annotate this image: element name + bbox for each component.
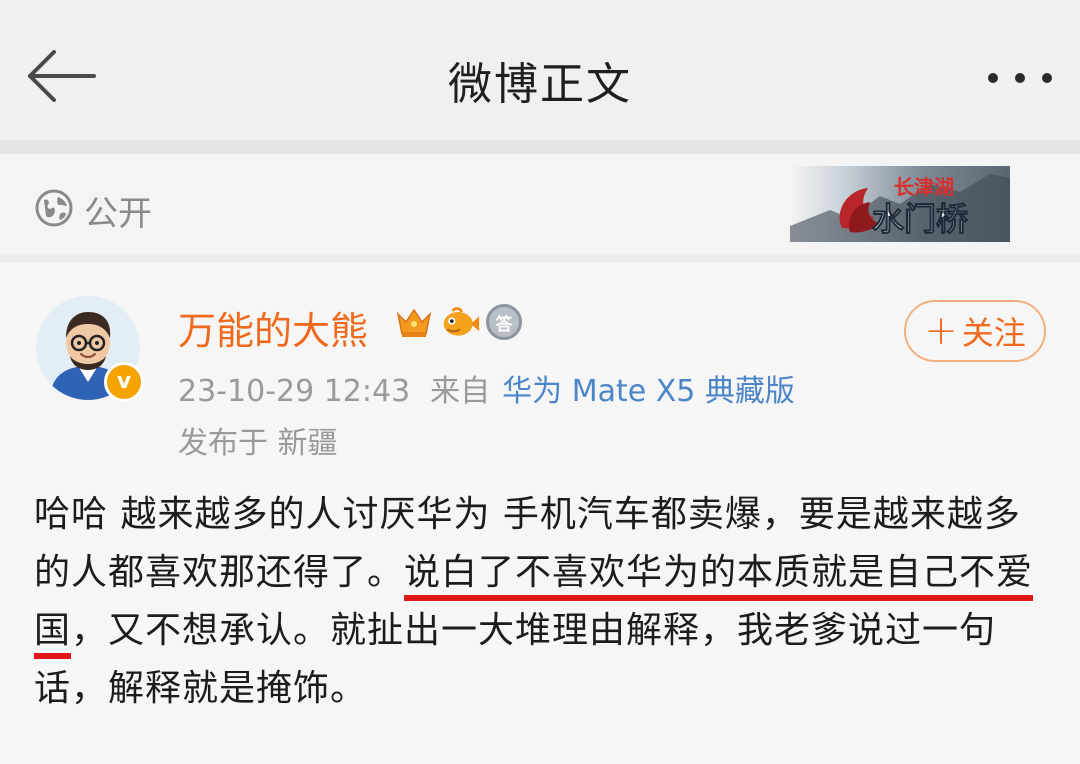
nav-divider <box>0 140 1080 154</box>
author-badges: 答 <box>394 302 522 342</box>
more-dot <box>1042 73 1052 83</box>
top-nav-bar: 微博正文 <box>0 0 1080 140</box>
topic-banner-line2: 水门桥 <box>872 200 968 238</box>
post-location: 发布于 新疆 <box>178 426 338 461</box>
post-content: 哈哈 越来越多的人讨厌华为 手机汽车都卖爆，要是越来越多的人都喜欢那还得了。说白… <box>34 486 1054 718</box>
section-divider <box>0 254 1080 262</box>
more-options-button[interactable] <box>988 70 1052 86</box>
post-text-highlight-a: 说白了不喜欢华为的本质就 <box>404 552 849 601</box>
weibo-post-page: 微博正文 公开 长津湖 水门桥 v 万能的大熊 答 + 关注 23-10-29 … <box>0 0 1080 764</box>
post-text-part2: ，又不想承认。就扯出一大堆理由解释，我老爹说过一句话，解释就是掩饰。 <box>34 610 997 709</box>
topic-banner-image: 长津湖 水门桥 <box>790 166 1010 242</box>
crown-badge-icon[interactable] <box>394 302 434 342</box>
visibility-row: 公开 长津湖 水门桥 <box>0 154 1080 254</box>
more-dots-icon <box>988 73 998 83</box>
follow-button[interactable]: + 关注 <box>904 300 1046 362</box>
fish-badge-icon[interactable] <box>440 302 480 342</box>
plus-icon: + <box>924 308 958 354</box>
post-card: v 万能的大熊 答 + 关注 23-10-29 12:43 来自 华为 Mate… <box>0 262 1080 764</box>
post-timestamp: 23-10-29 12:43 <box>178 374 411 409</box>
visibility-label: 公开 <box>84 194 152 234</box>
more-dot <box>1015 73 1025 83</box>
author-name[interactable]: 万能的大熊 <box>178 300 368 355</box>
topic-banner-line1: 长津湖 <box>894 175 954 199</box>
follow-button-label: 关注 <box>961 314 1026 352</box>
device-link[interactable]: 华为 Mate X5 典藏版 <box>502 374 795 409</box>
post-meta: 23-10-29 12:43 来自 华为 Mate X5 典藏版 <box>178 366 795 410</box>
verified-badge-icon: v <box>104 362 144 402</box>
page-title: 微博正文 <box>448 59 632 110</box>
from-label: 来自 <box>430 374 491 409</box>
author-avatar-button[interactable]: v <box>36 296 144 404</box>
globe-icon <box>35 189 73 227</box>
fish-badge-graphic <box>443 307 480 336</box>
crown-badge-graphic <box>396 308 432 337</box>
topic-banner[interactable]: 长津湖 水门桥 <box>790 166 1010 242</box>
answer-badge-icon[interactable]: 答 <box>486 304 522 340</box>
